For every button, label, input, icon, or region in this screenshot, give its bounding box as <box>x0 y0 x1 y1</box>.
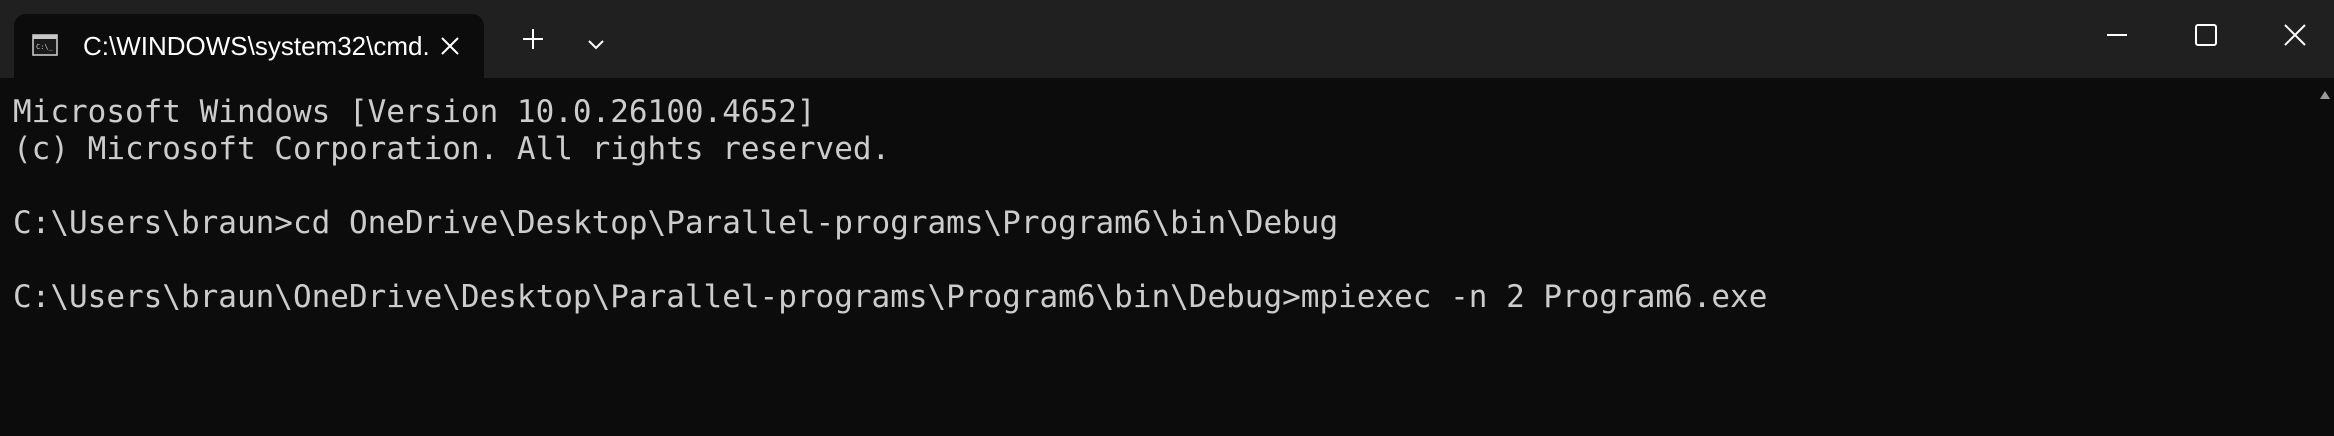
console-line: (c) Microsoft Corporation. All rights re… <box>13 131 891 167</box>
close-icon[interactable] <box>2282 22 2308 48</box>
console-line: C:\Users\braun>cd OneDrive\Desktop\Paral… <box>13 205 1339 241</box>
tab-close-icon[interactable] <box>437 33 463 59</box>
chevron-down-icon[interactable] <box>583 32 609 58</box>
title-bar[interactable]: C:\_ C:\WINDOWS\system32\cmd. <box>0 0 2334 78</box>
console-output[interactable]: Microsoft Windows [Version 10.0.26100.46… <box>0 78 2316 436</box>
tab-title: C:\WINDOWS\system32\cmd. <box>83 31 430 61</box>
terminal-icon: C:\_ <box>32 34 58 56</box>
tab-cmd[interactable]: C:\_ C:\WINDOWS\system32\cmd. <box>14 14 484 78</box>
console-line: Microsoft Windows [Version 10.0.26100.46… <box>13 94 816 130</box>
scrollbar[interactable] <box>2316 78 2334 436</box>
svg-text:C:\_: C:\_ <box>36 43 54 51</box>
terminal-window: C:\_ C:\WINDOWS\system32\cmd. Microsoft … <box>0 0 2334 436</box>
minimize-icon[interactable] <box>2104 22 2130 48</box>
console-line: C:\Users\braun\OneDrive\Desktop\Parallel… <box>13 279 1768 315</box>
plus-icon[interactable] <box>520 26 546 52</box>
scroll-up-arrow-icon[interactable] <box>2319 90 2331 100</box>
maximize-icon[interactable] <box>2193 22 2219 48</box>
